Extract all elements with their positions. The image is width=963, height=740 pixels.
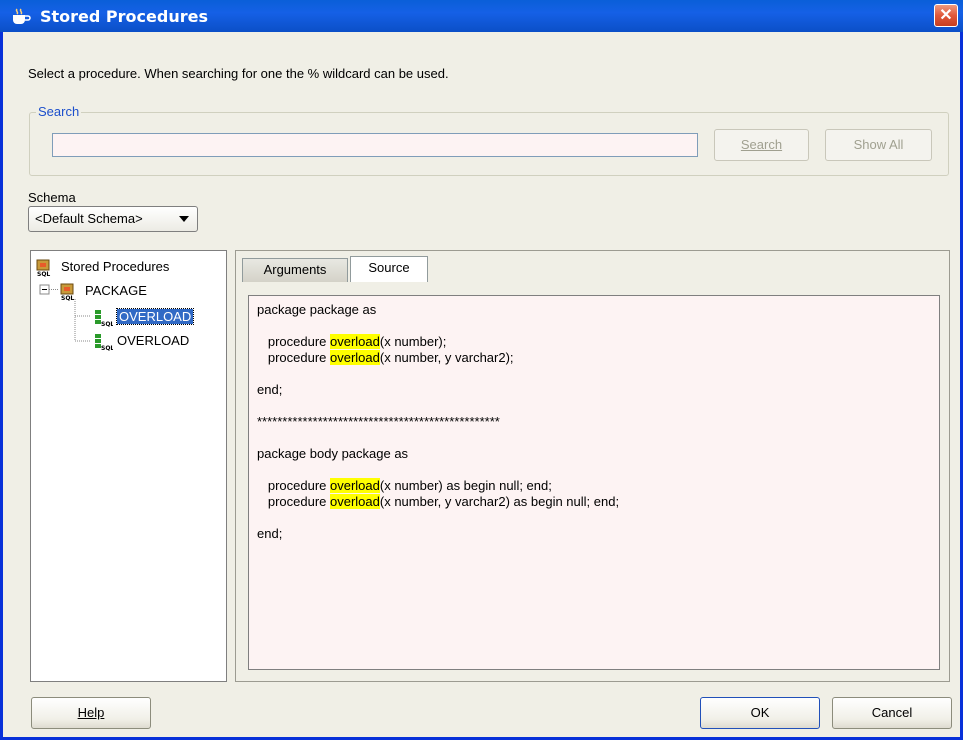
instructions-text: Select a procedure. When searching for o… <box>28 66 449 81</box>
code-line: procedure overload(x number, y varchar2)… <box>257 350 514 365</box>
search-button[interactable]: Search <box>714 129 809 161</box>
schema-label: Schema <box>28 190 76 205</box>
tree-package[interactable]: SQL PACKAGE <box>59 281 147 301</box>
show-all-button[interactable]: Show All <box>825 129 932 161</box>
coffee-cup-icon <box>13 8 31 24</box>
code-line: ****************************************… <box>257 414 500 429</box>
title-bar: Stored Procedures ✕ <box>0 0 963 32</box>
tab-source[interactable]: Source <box>350 256 428 282</box>
schema-selected-value: <Default Schema> <box>35 211 143 226</box>
tree-item-overload-2[interactable]: SQL OVERLOAD <box>91 331 189 351</box>
tab-arguments[interactable]: Arguments <box>242 258 348 282</box>
svg-text:SQL: SQL <box>101 321 113 327</box>
tree-item-overload-1[interactable]: SQL OVERLOAD <box>91 307 195 327</box>
ok-button[interactable]: OK <box>700 697 820 729</box>
search-input[interactable] <box>52 133 698 157</box>
cancel-button[interactable]: Cancel <box>832 697 952 729</box>
code-line: end; <box>257 526 283 541</box>
window-title: Stored Procedures <box>40 7 208 26</box>
search-highlight: overload <box>330 350 380 365</box>
search-highlight: overload <box>330 334 380 349</box>
search-legend: Search <box>36 104 82 119</box>
svg-text:SQL: SQL <box>61 295 74 301</box>
schema-dropdown[interactable]: <Default Schema> <box>28 206 198 232</box>
code-line: procedure overload(x number); <box>257 334 447 349</box>
package-icon: SQL <box>60 283 74 301</box>
procedure-tree[interactable]: SQL Stored Procedures SQL PACKAGE SQL OV… <box>30 250 227 682</box>
procedure-icon: SQL <box>95 309 113 327</box>
close-button[interactable]: ✕ <box>934 4 958 27</box>
search-highlight: overload <box>330 494 380 509</box>
chevron-down-icon <box>179 216 189 222</box>
code-line: package package as <box>257 302 377 317</box>
procedure-icon: SQL <box>95 333 113 351</box>
close-icon: ✕ <box>939 7 953 24</box>
help-button[interactable]: Help <box>31 697 151 729</box>
code-line: procedure overload(x number, y varchar2)… <box>257 494 620 509</box>
search-highlight: overload <box>330 478 380 493</box>
code-line: procedure overload(x number) as begin nu… <box>257 478 552 493</box>
source-code-area[interactable]: package package as procedure overload(x … <box>248 295 940 670</box>
code-line: end; <box>257 382 283 397</box>
svg-text:SQL: SQL <box>101 345 113 351</box>
code-line: package body package as <box>257 446 409 461</box>
